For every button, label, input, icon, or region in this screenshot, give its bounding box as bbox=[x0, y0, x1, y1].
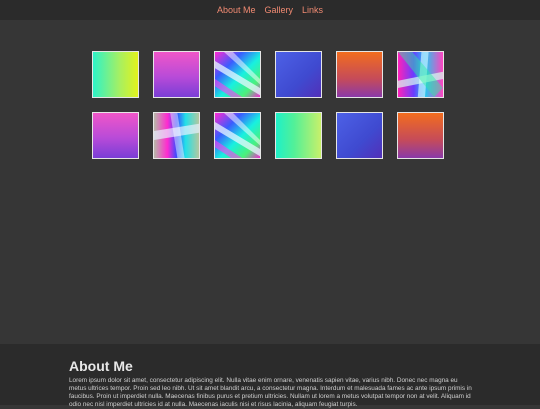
gallery-thumbnail[interactable] bbox=[336, 112, 383, 159]
gallery-thumbnail[interactable] bbox=[214, 51, 261, 98]
gallery-thumbnail[interactable] bbox=[153, 51, 200, 98]
gallery bbox=[0, 20, 540, 344]
gallery-thumbnail[interactable] bbox=[336, 51, 383, 98]
about-heading: About Me bbox=[69, 358, 133, 374]
gallery-thumbnail[interactable] bbox=[275, 51, 322, 98]
gallery-thumbnail[interactable] bbox=[214, 112, 261, 159]
nav-link-gallery[interactable]: Gallery bbox=[265, 0, 294, 20]
nav-link-links[interactable]: Links bbox=[302, 0, 323, 20]
top-nav: About Me Gallery Links bbox=[0, 0, 540, 20]
gallery-thumbnail[interactable] bbox=[397, 51, 444, 98]
about-paragraph: Lorem ipsum dolor sit amet, consectetur … bbox=[69, 377, 472, 408]
gallery-thumbnail[interactable] bbox=[92, 112, 139, 159]
nav-link-about-me[interactable]: About Me bbox=[217, 0, 256, 20]
gallery-thumbnail[interactable] bbox=[397, 112, 444, 159]
gallery-thumbnail[interactable] bbox=[275, 112, 322, 159]
gallery-thumbnail[interactable] bbox=[92, 51, 139, 98]
gallery-thumbnail[interactable] bbox=[153, 112, 200, 159]
about-section: About Me Lorem ipsum dolor sit amet, con… bbox=[0, 344, 540, 408]
